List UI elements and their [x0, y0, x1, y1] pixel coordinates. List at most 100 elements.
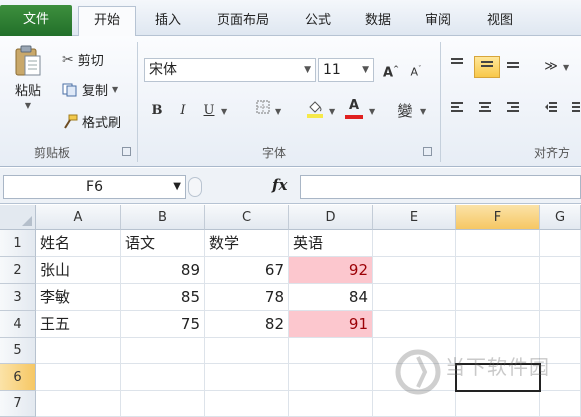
tab-page-layout[interactable]: 页面布局	[200, 7, 286, 36]
formula-bar-splitter-icon[interactable]	[188, 177, 202, 197]
column-header-f[interactable]: F	[456, 205, 540, 230]
tab-insert[interactable]: 插入	[142, 7, 194, 36]
font-color-button[interactable]: A	[343, 98, 365, 120]
cell-f4[interactable]	[456, 311, 540, 338]
underline-dropdown-arrow[interactable]: ▼	[221, 107, 227, 116]
font-launcher-icon[interactable]	[423, 147, 432, 156]
cell-d6[interactable]	[289, 364, 373, 391]
cell-b4[interactable]: 75	[121, 311, 205, 338]
cell-f2[interactable]	[456, 257, 540, 284]
tab-formulas[interactable]: 公式	[292, 7, 344, 36]
column-header-a[interactable]: A	[36, 205, 121, 230]
column-header-b[interactable]: B	[121, 205, 205, 230]
clipboard-launcher-icon[interactable]	[122, 147, 131, 156]
name-box[interactable]: F6 ▼	[3, 175, 186, 199]
decrease-indent-button[interactable]	[540, 100, 562, 122]
border-dropdown-arrow[interactable]: ▼	[275, 107, 281, 116]
cell-g4[interactable]	[540, 311, 581, 338]
orientation-button[interactable]: ≫	[540, 56, 562, 78]
cell-b7[interactable]	[121, 391, 205, 417]
cell-a1[interactable]: 姓名	[36, 230, 121, 257]
chevron-down-icon[interactable]: ▼	[304, 59, 311, 81]
cell-a2[interactable]: 张山	[36, 257, 121, 284]
align-top-button[interactable]	[446, 56, 468, 78]
chevron-down-icon[interactable]: ▼	[362, 59, 369, 81]
cell-e4[interactable]	[373, 311, 456, 338]
align-middle-button[interactable]	[474, 56, 500, 78]
tab-data[interactable]: 数据	[352, 7, 404, 36]
underline-button[interactable]: U	[198, 100, 220, 122]
row-header-6[interactable]: 6	[0, 364, 36, 391]
cell-c7[interactable]	[205, 391, 289, 417]
select-all-corner[interactable]	[0, 205, 36, 230]
cell-c4[interactable]: 82	[205, 311, 289, 338]
phonetic-dropdown-arrow[interactable]: ▼	[420, 107, 426, 116]
cell-e3[interactable]	[373, 284, 456, 311]
paste-button[interactable]: 粘贴 ▼	[8, 44, 48, 110]
cell-d2[interactable]: 92	[289, 257, 373, 284]
cell-c2[interactable]: 67	[205, 257, 289, 284]
formula-input[interactable]	[300, 175, 581, 199]
phonetic-button[interactable]: 變	[394, 100, 416, 122]
cell-d5[interactable]	[289, 338, 373, 364]
font-color-dropdown-arrow[interactable]: ▼	[369, 107, 375, 116]
cell-c3[interactable]: 78	[205, 284, 289, 311]
align-bottom-button[interactable]	[502, 56, 524, 78]
cell-c1[interactable]: 数学	[205, 230, 289, 257]
cell-e1[interactable]	[373, 230, 456, 257]
cell-b5[interactable]	[121, 338, 205, 364]
column-header-e[interactable]: E	[373, 205, 456, 230]
fill-color-dropdown-arrow[interactable]: ▼	[329, 107, 335, 116]
cell-a6[interactable]	[36, 364, 121, 391]
increase-indent-button[interactable]	[566, 100, 581, 122]
cell-a5[interactable]	[36, 338, 121, 364]
bold-button[interactable]: B	[146, 100, 168, 122]
cell-g1[interactable]	[540, 230, 581, 257]
tab-home[interactable]: 开始	[78, 6, 136, 37]
row-header-3[interactable]: 3	[0, 284, 36, 311]
tab-review[interactable]: 审阅	[412, 7, 464, 36]
cell-f1[interactable]	[456, 230, 540, 257]
orientation-dropdown-arrow[interactable]: ▼	[563, 63, 569, 72]
cell-d7[interactable]	[289, 391, 373, 417]
font-size-combo[interactable]: 11 ▼	[318, 58, 374, 82]
align-center-button[interactable]	[474, 100, 496, 122]
format-painter-button[interactable]: 格式刷	[62, 112, 121, 131]
row-header-4[interactable]: 4	[0, 311, 36, 338]
cell-b3[interactable]: 85	[121, 284, 205, 311]
cell-a3[interactable]: 李敏	[36, 284, 121, 311]
row-header-7[interactable]: 7	[0, 391, 36, 417]
cell-c6[interactable]	[205, 364, 289, 391]
cell-b1[interactable]: 语文	[121, 230, 205, 257]
chevron-down-icon[interactable]: ▼	[173, 176, 181, 198]
insert-function-button[interactable]: fx	[272, 176, 287, 194]
column-header-g[interactable]: G	[540, 205, 581, 230]
paste-dropdown-arrow[interactable]: ▼	[25, 101, 31, 110]
fill-color-button[interactable]	[304, 98, 326, 120]
align-left-button[interactable]	[446, 100, 468, 122]
row-header-1[interactable]: 1	[0, 230, 36, 257]
cell-c5[interactable]	[205, 338, 289, 364]
cell-d4[interactable]: 91	[289, 311, 373, 338]
cell-g2[interactable]	[540, 257, 581, 284]
row-header-5[interactable]: 5	[0, 338, 36, 364]
cell-d1[interactable]: 英语	[289, 230, 373, 257]
font-name-combo[interactable]: 宋体 ▼	[144, 58, 316, 82]
row-header-2[interactable]: 2	[0, 257, 36, 284]
shrink-font-button[interactable]: Aˇ	[405, 58, 427, 80]
italic-button[interactable]: I	[172, 100, 194, 122]
cell-g3[interactable]	[540, 284, 581, 311]
tab-file[interactable]: 文件	[0, 5, 72, 36]
copy-button[interactable]: 复制 ▼	[62, 80, 118, 99]
grow-font-button[interactable]: A^	[380, 58, 402, 80]
cut-button[interactable]: ✂ 剪切	[62, 50, 104, 70]
align-right-button[interactable]	[502, 100, 524, 122]
copy-dropdown-arrow[interactable]: ▼	[112, 85, 118, 94]
cell-a4[interactable]: 王五	[36, 311, 121, 338]
column-header-c[interactable]: C	[205, 205, 289, 230]
cell-a7[interactable]	[36, 391, 121, 417]
cell-e2[interactable]	[373, 257, 456, 284]
cell-b6[interactable]	[121, 364, 205, 391]
border-button[interactable]	[252, 100, 274, 122]
column-header-d[interactable]: D	[289, 205, 373, 230]
